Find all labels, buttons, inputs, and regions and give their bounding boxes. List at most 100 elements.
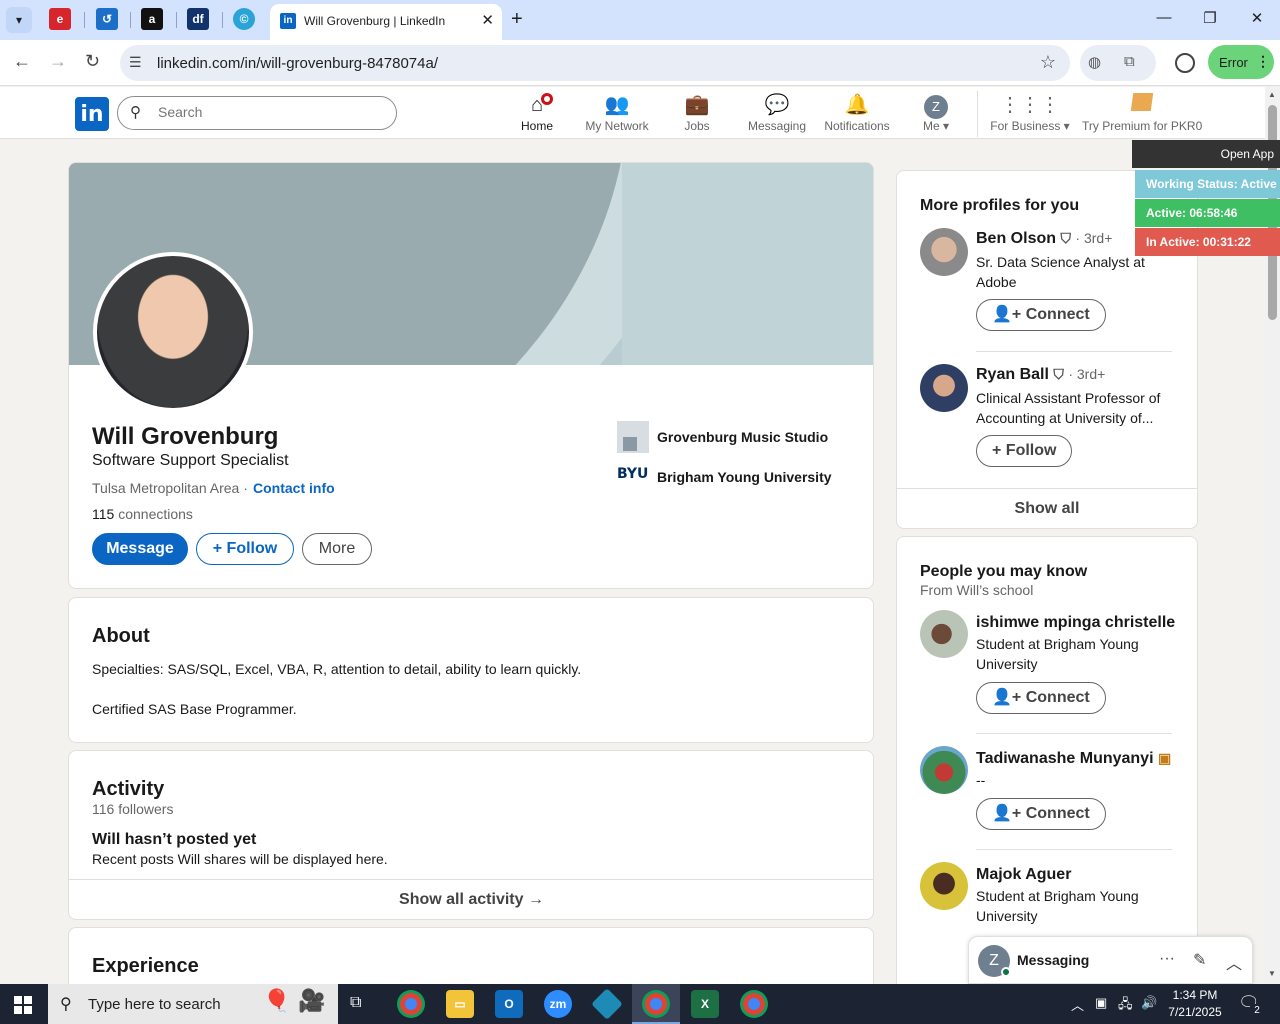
tab-close-icon[interactable]: ✕ xyxy=(481,11,494,29)
person-name[interactable]: Tadiwanashe Munyanyi xyxy=(976,750,1154,767)
verified-badge-icon: ⛉ xyxy=(1060,230,1071,246)
person-name[interactable]: Ben Olson xyxy=(976,230,1056,247)
reload-icon[interactable]: ↻ xyxy=(85,51,100,72)
person-name[interactable]: Majok Aguer xyxy=(976,866,1071,884)
profile-photo[interactable] xyxy=(93,252,253,412)
follow-person-button[interactable]: + Follow xyxy=(976,435,1073,467)
followers-count: 116 followers xyxy=(92,801,174,817)
tray-app-icon[interactable]: ▣ xyxy=(1095,995,1107,1011)
more-options-icon[interactable]: ··· xyxy=(1159,950,1175,968)
nav-divider xyxy=(977,91,978,137)
open-app-button[interactable]: Open App xyxy=(1132,140,1280,168)
excel-icon[interactable]: X xyxy=(691,990,719,1018)
pinned-tab-expedia-icon[interactable]: e xyxy=(49,8,71,30)
taskbar-search[interactable]: ⚲ Type here to search 🎈 🎥 xyxy=(48,984,338,1024)
follow-button[interactable]: + Follow xyxy=(196,533,294,565)
education-school[interactable]: Brigham Young University xyxy=(657,469,832,485)
pinned-tab-df-icon[interactable]: df xyxy=(187,8,209,30)
nav-jobs[interactable]: 💼 Jobs xyxy=(677,93,717,137)
scroll-up-icon[interactable]: ▲ xyxy=(1268,90,1276,99)
pinned-tab-copyright-icon[interactable]: © xyxy=(233,8,255,30)
connect-label[interactable]: Connect xyxy=(1026,689,1090,706)
connect-label[interactable]: Connect xyxy=(1026,306,1090,323)
working-status-badge: Working Status: Active xyxy=(1135,170,1280,198)
profile-error-button[interactable]: Error ⋮ xyxy=(1208,45,1274,79)
pinned-tab-app-icon[interactable]: ↺ xyxy=(96,8,118,30)
nav-messaging[interactable]: 💬 Messaging xyxy=(746,93,808,137)
pymk-subtitle: From Will’s school xyxy=(920,582,1034,598)
divider xyxy=(976,733,1172,734)
translate-icon[interactable]: ◍ xyxy=(1088,53,1101,71)
nav-my-network[interactable]: 👥 My Network xyxy=(581,93,653,137)
person-headline: Sr. Data Science Analyst at Adobe xyxy=(976,254,1145,290)
tab-separator xyxy=(84,12,85,28)
file-explorer-icon[interactable]: ▭ xyxy=(446,990,474,1018)
profile-icon[interactable] xyxy=(1175,53,1195,73)
site-settings-icon[interactable]: ☰ xyxy=(129,54,142,71)
tab-search-chevron-icon[interactable]: ▾ xyxy=(6,7,32,33)
briefcase-icon: 💼 xyxy=(684,94,710,116)
url-text[interactable]: linkedin.com/in/will-grovenburg-8478074a… xyxy=(157,55,438,72)
linkedin-logo-icon[interactable]: in xyxy=(75,97,109,131)
person-headline: -- xyxy=(976,772,986,788)
nav-for-business[interactable]: ⋮⋮⋮ For Business ▾ xyxy=(988,93,1072,137)
back-icon[interactable]: ← xyxy=(13,51,31,72)
bookmark-star-icon[interactable]: ☆ xyxy=(1040,52,1056,73)
about-specialties: Specialties: SAS/SQL, Excel, VBA, R, att… xyxy=(92,661,582,677)
compose-icon[interactable]: ✎ xyxy=(1193,950,1206,970)
connections-label: connections xyxy=(114,506,193,522)
show-all-activity-link[interactable]: Show all activity → xyxy=(69,879,873,919)
close-window-icon[interactable]: ✕ xyxy=(1242,9,1272,27)
forward-icon[interactable]: → xyxy=(49,51,67,72)
new-tab-icon[interactable]: + xyxy=(511,8,523,31)
extensions-group: ◍ ⧉ xyxy=(1080,45,1156,81)
search-box[interactable]: ⚲ xyxy=(117,96,397,130)
nav-notifications[interactable]: 🔔 Notifications xyxy=(822,93,892,137)
app-diamond-icon[interactable] xyxy=(591,988,623,1020)
messaging-title[interactable]: Messaging xyxy=(1017,952,1089,968)
show-hidden-icons-icon[interactable]: ︿ xyxy=(1071,995,1084,1014)
address-bar[interactable]: ☰ linkedin.com/in/will-grovenburg-847807… xyxy=(120,45,1070,81)
profile-avatar[interactable] xyxy=(920,364,968,412)
connect-label[interactable]: Connect xyxy=(1026,805,1090,822)
pinned-tab-amazon-icon[interactable]: a xyxy=(141,8,163,30)
outlook-icon[interactable]: O xyxy=(495,990,523,1018)
chrome-icon[interactable] xyxy=(397,990,425,1018)
network-icon[interactable]: 🖧 xyxy=(1118,995,1133,1017)
chrome-second-icon[interactable] xyxy=(740,990,768,1018)
taskbar-clock[interactable]: 1:34 PM 7/21/2025 xyxy=(1160,987,1230,1021)
scroll-down-icon[interactable]: ▼ xyxy=(1268,969,1276,978)
browser-tab-bar: ▾ e ↺ a df © in Will Grovenburg | Linked… xyxy=(0,0,1280,40)
tab-separator xyxy=(130,12,131,28)
profile-avatar[interactable] xyxy=(920,862,968,910)
online-status-dot xyxy=(1001,967,1011,977)
chevron-up-icon[interactable]: ︿ xyxy=(1226,950,1242,974)
task-view-icon[interactable]: ⧉ xyxy=(350,994,361,1012)
current-company[interactable]: Grovenburg Music Studio xyxy=(657,429,828,445)
profile-avatar[interactable] xyxy=(920,610,968,658)
minimize-icon[interactable]: — xyxy=(1149,9,1179,26)
more-button[interactable]: More xyxy=(302,533,372,565)
messaging-panel[interactable]: Z Messaging ··· ✎ ︿ xyxy=(968,936,1253,984)
show-all-profiles-link[interactable]: Show all xyxy=(897,488,1197,528)
profile-avatar[interactable] xyxy=(920,746,968,794)
chrome-profile-icon[interactable] xyxy=(642,990,670,1018)
profile-avatar[interactable] xyxy=(920,228,968,276)
search-input[interactable] xyxy=(158,104,378,120)
person-name[interactable]: ishimwe mpinga christelle xyxy=(976,614,1175,632)
active-tab[interactable]: in Will Grovenburg | LinkedIn ✕ xyxy=(270,4,502,40)
linkedin-header: in ⚲ ⌂ Home 👥 My Network 💼 Jobs 💬 Messag… xyxy=(0,87,1265,139)
search-highlight-icon: 🎈 xyxy=(263,988,291,1013)
zoom-icon[interactable]: zm xyxy=(544,990,572,1018)
about-title: About xyxy=(92,625,150,647)
nav-me[interactable]: Z Me ▾ xyxy=(918,93,954,137)
volume-icon[interactable]: 🔊 xyxy=(1141,995,1157,1011)
person-name[interactable]: Ryan Ball xyxy=(976,366,1049,383)
restore-icon[interactable]: ❐ xyxy=(1195,9,1225,27)
windows-start-icon[interactable] xyxy=(14,996,32,1014)
menu-dots-icon[interactable]: ⋮ xyxy=(1256,53,1270,70)
nav-try-premium[interactable]: Try Premium for PKR0 xyxy=(1082,93,1202,137)
contact-info-link[interactable]: Contact info xyxy=(253,480,335,496)
extensions-puzzle-icon[interactable]: ⧉ xyxy=(1124,53,1135,70)
message-button[interactable]: Message xyxy=(92,533,188,565)
